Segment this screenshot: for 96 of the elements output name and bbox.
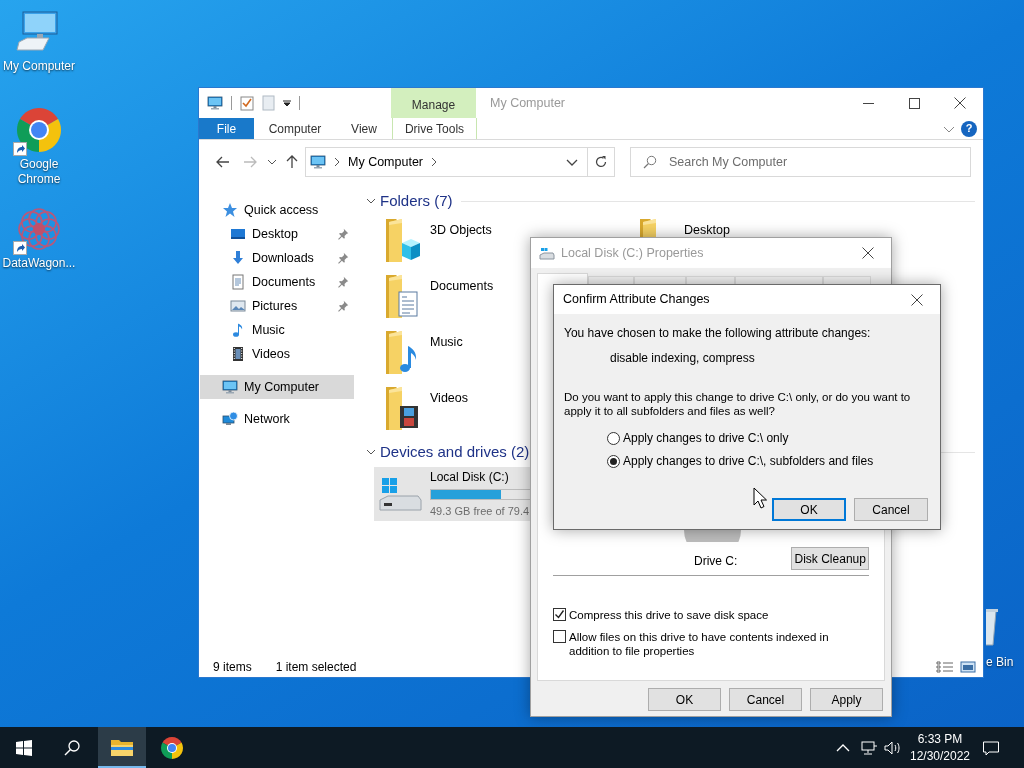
chrome-icon[interactable] [15,106,63,154]
details-view-icon[interactable] [936,660,954,674]
search-icon [643,155,657,169]
windows-logo-icon[interactable] [16,739,32,756]
folder-label[interactable]: 3D Objects [430,216,492,237]
computer-icon [310,154,326,170]
network-icon[interactable] [860,739,878,756]
star-icon [222,202,238,218]
taskbar-button[interactable] [98,727,146,768]
dialog-button[interactable]: Cancel [854,498,928,521]
help-button[interactable]: ? [961,120,977,137]
close-icon[interactable] [911,293,923,306]
window-title: Local Disk (C:) Properties [561,244,705,262]
nav-item[interactable]: Network [200,407,354,431]
group-heading: Folders (7) [380,190,453,211]
monitor-icon [230,226,246,242]
search-box[interactable]: Search My Computer [630,147,971,177]
nav-item[interactable]: Documents [200,270,354,294]
ribbon-tab[interactable]: Drive Tools [392,118,477,139]
mouse-cursor-icon [753,487,767,509]
dialog-button[interactable]: OK [772,498,846,521]
ribbon-tab[interactable]: Computer [254,118,336,139]
icon-label: DataWagon... [1,256,77,271]
picture-icon [230,298,246,314]
film-icon [230,346,246,362]
folder-label[interactable]: Documents [430,272,494,293]
document-icon [230,274,246,290]
back-arrow-icon[interactable] [215,154,231,170]
dialog-title: Confirm Attribute Changes [563,291,711,309]
nav-item[interactable]: Quick access [200,198,354,222]
volume-icon[interactable] [884,739,902,756]
checkbox-label: Compress this drive to save disk space [569,608,770,622]
disk-cleanup-button[interactable]: Disk Cleanup [791,547,869,570]
context-tab-label: Manage [391,88,476,118]
folder-label[interactable]: Desktop [684,216,730,237]
clock-time[interactable]: 6:33 PM [905,730,975,748]
chrome-icon [160,735,184,760]
free-space-text: 49.3 GB free of 79.4 [430,504,530,520]
group-heading: Devices and drives (2) [380,441,530,462]
message-text: You have chosen to make the following attribute changes: [564,326,872,340]
ribbon-tab[interactable]: View [336,118,392,139]
chevron-down-icon[interactable] [366,196,376,206]
icon-label: e Bin [986,655,1014,670]
icon-label: My Computer [2,59,76,74]
radio-label: Apply changes to drive C:\, subfolders and files [623,454,874,468]
drive-label: Drive C: [693,553,739,570]
download-arrow-icon [230,250,246,266]
status-text: 9 items [213,659,252,676]
tiles-view-icon[interactable] [960,660,976,674]
drive-name: Local Disk (C:) [430,469,510,487]
folder-label[interactable]: Videos [430,384,468,405]
checkbox[interactable] [553,630,566,643]
checkbox[interactable] [553,608,566,621]
ribbon-tab[interactable]: File [199,118,254,139]
radio-button[interactable] [607,431,620,445]
chevron-right-icon[interactable] [430,157,439,167]
radio-label: Apply changes to drive C:\ only [623,431,789,445]
maximize-icon[interactable] [908,97,920,109]
mandala-icon[interactable] [15,205,63,253]
pie-chart-drawing [684,530,741,542]
dialog-button[interactable]: Apply [810,688,883,711]
breadcrumb-link[interactable]: My Computer [348,152,424,172]
computer-icon[interactable] [207,95,223,111]
status-text: 1 item selected [275,659,357,676]
changes-text: disable indexing, compress [610,351,756,365]
drive-icon [539,245,555,261]
up-arrow-icon[interactable] [284,154,300,170]
dialog-button[interactable]: OK [648,688,721,711]
refresh-icon[interactable] [594,155,608,169]
icon-label: Google Chrome [16,157,62,187]
drive-tile[interactable]: Local Disk (C:) 49.3 GB free of 79.4 [374,467,530,521]
nav-item[interactable]: Downloads [200,246,354,270]
search-field[interactable]: Search My Computer [669,152,949,172]
dropdown-caret-icon[interactable] [283,99,291,107]
notification-icon[interactable] [982,739,1000,756]
nav-item[interactable]: Videos [200,342,354,366]
nav-item[interactable]: Pictures [200,294,354,318]
nav-item[interactable]: My Computer [200,375,354,399]
network-icon [222,411,238,427]
search-icon[interactable] [64,739,80,756]
chevron-right-icon[interactable] [333,157,341,167]
window-title: My Computer [489,94,567,112]
nav-item[interactable]: Music [200,318,354,342]
question-text: Do you want to apply this change to drive C:\ only, or do you want to apply it to all subfolders and files as well? [564,390,912,418]
checklist-icon[interactable] [240,95,254,111]
nav-item[interactable]: Desktop [200,222,354,246]
checkbox-label: Allow files on this drive to have contents indexed in addition to file properties [569,630,830,658]
close-icon[interactable] [954,97,966,109]
chevron-down-icon[interactable] [366,447,376,457]
folder-label[interactable]: Music [430,328,463,349]
computer-icon [222,379,238,395]
radio-button[interactable] [607,454,620,468]
folder-icon[interactable] [384,384,420,432]
dialog-button[interactable]: Cancel [729,688,802,711]
clock-date[interactable]: 12/30/2022 [905,747,975,765]
close-icon[interactable] [862,247,874,259]
